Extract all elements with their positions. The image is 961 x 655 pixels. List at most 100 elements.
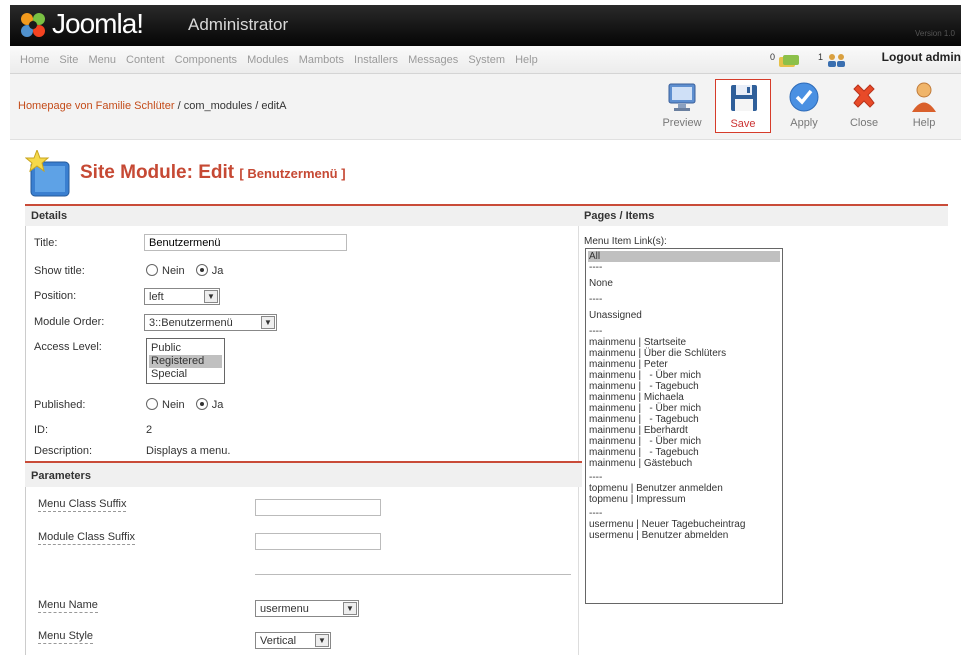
menu-modules[interactable]: Modules [247,54,289,66]
list-item[interactable]: mainmenu | Startseite [588,337,780,348]
monitor-icon [668,83,696,111]
list-item[interactable]: mainmenu | Eberhardt [588,425,780,436]
parameters-divider [255,574,571,575]
messages-icon[interactable] [778,54,800,68]
menu-item-links-listbox[interactable]: All ---- None ---- Unassigned ---- mainm… [585,248,783,604]
panel-divider [578,226,579,655]
page-title: Site Module: Edit [ Benutzermenü ] [80,162,346,184]
title-input[interactable] [144,234,347,251]
chevron-down-icon: ▼ [261,316,275,329]
page-title-text: Site Module: Edit [80,162,235,183]
list-item[interactable]: ---- [588,262,780,273]
apply-label: Apply [790,117,818,129]
published-yes-radio[interactable] [195,398,208,410]
online-count: 1 [818,52,824,62]
users-online-icon[interactable] [826,53,848,68]
module-order-select[interactable]: 3::Benutzermenü ▼ [144,314,277,331]
access-option-registered[interactable]: Registered [149,355,222,368]
save-label: Save [730,118,756,130]
menu-home[interactable]: Home [20,54,49,66]
access-option-public[interactable]: Public [149,342,222,355]
list-item[interactable]: mainmenu | Peter [588,359,780,370]
logo-text: Joomla! [52,8,144,39]
menu-site[interactable]: Site [59,54,78,66]
menu-components[interactable]: Components [175,54,237,66]
module-order-value: 3::Benutzermenü [149,317,233,329]
save-button[interactable]: Save [715,79,771,133]
close-label: Close [849,117,879,129]
apply-button[interactable]: Apply [776,79,832,133]
list-item[interactable]: mainmenu | - Tagebuch [588,414,780,425]
chevron-down-icon: ▼ [315,634,329,647]
list-item[interactable]: mainmenu | - Tagebuch [588,381,780,392]
list-item[interactable]: ---- [588,472,780,483]
list-item[interactable]: ---- [588,326,780,337]
list-item[interactable]: mainmenu | Über die Schlüters [588,348,780,359]
menu-name-select[interactable]: usermenu ▼ [255,600,359,617]
details-header: Details [25,204,582,226]
list-item[interactable]: ---- [588,508,780,519]
show-title-no-label: Nein [162,265,185,277]
published-no-radio[interactable] [146,398,158,410]
preview-label: Preview [662,117,702,129]
published-radio-group: Nein Ja [146,398,231,411]
chevron-down-icon: ▼ [204,290,218,303]
logout-link[interactable]: Logout admin [882,50,961,64]
list-item[interactable]: ---- [588,294,780,305]
list-item[interactable]: topmenu | Benutzer anmelden [588,483,780,494]
access-option-special[interactable]: Special [149,368,222,381]
published-no-label: Nein [162,399,185,411]
menu-installers[interactable]: Installers [354,54,398,66]
show-title-radio-group: Nein Ja [146,264,231,277]
list-item[interactable]: mainmenu | Michaela [588,392,780,403]
menu-menu[interactable]: Menu [88,54,116,66]
version-label: Version 1.0 [914,29,955,38]
menu-help[interactable]: Help [515,54,538,66]
list-item[interactable]: usermenu | Neuer Tagebucheintrag [588,519,780,530]
menu-style-label: Menu Style [38,630,94,644]
list-item[interactable]: usermenu | Benutzer abmelden [588,530,780,541]
help-button[interactable]: Help [896,79,952,133]
show-title-yes-label: Ja [211,265,224,277]
list-item[interactable]: mainmenu | - Über mich [588,370,780,381]
close-icon [853,84,875,108]
breadcrumb-site[interactable]: Homepage von Familie Schlüter [18,100,175,112]
list-item[interactable]: None [588,278,780,289]
help-label: Help [912,117,936,129]
menu-style-select[interactable]: Vertical ▼ [255,632,331,649]
module-class-suffix-input[interactable] [255,533,381,550]
list-item[interactable]: All [588,251,780,262]
breadcrumb-path: / com_modules / editA [174,100,287,112]
toolbar-area: Homepage von Familie Schlüter / com_modu… [10,74,961,140]
position-label: Position: [34,290,77,302]
list-item[interactable]: topmenu | Impressum [588,494,780,505]
id-label: ID: [34,424,49,436]
position-select[interactable]: left ▼ [144,288,220,305]
module-order-label: Module Order: [34,316,105,328]
menu-mambots[interactable]: Mambots [299,54,344,66]
close-button[interactable]: Close [836,79,892,133]
menu-content[interactable]: Content [126,54,165,66]
list-item[interactable]: mainmenu | - Über mich [588,403,780,414]
list-item[interactable]: Unassigned [588,310,780,321]
help-person-icon [912,82,936,112]
menu-messages[interactable]: Messages [408,54,458,66]
show-title-label: Show title: [34,265,85,277]
header-bar: Joomla! Administrator Version 1.0 [10,5,961,46]
description-value: Displays a menu. [146,445,231,457]
published-yes-label: Ja [211,399,224,411]
left-border [25,226,26,655]
show-title-yes-radio[interactable] [195,264,208,276]
module-class-suffix-label: Module Class Suffix [38,531,136,545]
menu-class-suffix-label: Menu Class Suffix [38,498,127,512]
list-item[interactable]: mainmenu | - Über mich [588,436,780,447]
list-item[interactable]: mainmenu | Gästebuch [588,458,780,469]
access-level-label: Access Level: [34,341,102,353]
list-item[interactable]: mainmenu | - Tagebuch [588,447,780,458]
show-title-no-radio[interactable] [146,264,158,276]
menu-system[interactable]: System [468,54,505,66]
messages-count: 0 [770,52,776,62]
menu-class-suffix-input[interactable] [255,499,381,516]
access-level-listbox[interactable]: Public Registered Special [146,338,225,384]
preview-button[interactable]: Preview [654,79,710,133]
